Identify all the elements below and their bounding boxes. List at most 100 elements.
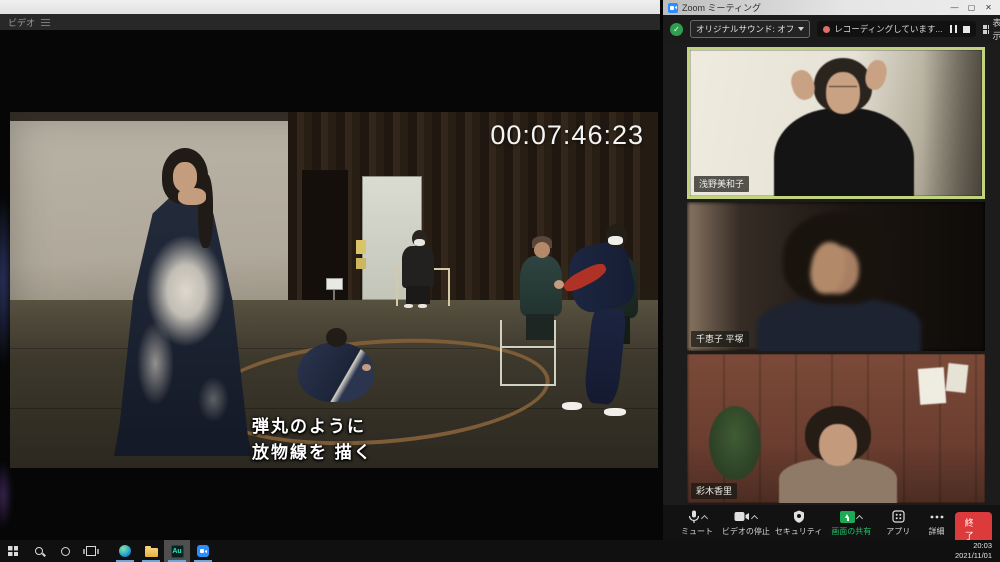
- close-button[interactable]: ✕: [980, 1, 997, 14]
- seated-figure-legs: [406, 286, 430, 304]
- maximize-button[interactable]: ▢: [963, 1, 980, 14]
- gallery-view-icon: [983, 25, 989, 34]
- subtitle-line: 放物線を 描く: [252, 440, 373, 466]
- shared-video: 00:07:46:23 弾丸のように 放物線を 描く: [10, 112, 658, 468]
- participant-tile[interactable]: 千恵子 平塚: [687, 202, 985, 351]
- shoe: [562, 402, 582, 410]
- shoe: [418, 304, 427, 308]
- minimize-button[interactable]: —: [946, 1, 963, 14]
- scene-sticky-note: [356, 240, 366, 254]
- more-dots-icon: [930, 515, 944, 519]
- participant-name: 彩木香里: [691, 483, 737, 499]
- face-mask: [608, 236, 623, 245]
- scene-camera: [326, 278, 343, 290]
- share-menu-chevron[interactable]: [856, 514, 863, 521]
- taskbar-zoom-button[interactable]: [190, 540, 216, 562]
- performer-signing-figure: [114, 198, 252, 456]
- audition-icon: Au: [171, 545, 184, 558]
- video-menu-chevron[interactable]: [751, 514, 758, 521]
- share-screen-label: 画面の共有: [831, 526, 871, 537]
- video-camera-icon: [734, 511, 750, 522]
- zoom-icon: [197, 545, 209, 557]
- zoom-app-icon: [668, 3, 678, 13]
- video-panel-tab[interactable]: ビデオ: [8, 16, 35, 29]
- recording-dot-icon: [823, 26, 830, 33]
- search-icon: [35, 547, 43, 555]
- clock-time: 20:03: [955, 541, 992, 551]
- encryption-shield-icon[interactable]: ✓: [670, 23, 683, 36]
- mute-menu-chevron[interactable]: [700, 514, 707, 521]
- view-button[interactable]: 表示: [983, 16, 1000, 42]
- participant-video: [690, 50, 982, 196]
- participant-strip: 浅野美和子 千恵子 平塚: [687, 47, 985, 503]
- subtitle-line: 弾丸のように: [252, 414, 373, 440]
- recording-indicator: レコーディングしています...: [817, 21, 976, 37]
- video-subtitles: 弾丸のように 放物線を 描く: [252, 414, 373, 467]
- video-timecode: 00:07:46:23: [490, 120, 644, 151]
- edge-icon: [119, 545, 131, 557]
- share-screen-button[interactable]: 画面の共有: [824, 509, 878, 537]
- scene-sticky-note: [356, 258, 366, 269]
- crouching-figure-head: [326, 328, 347, 347]
- taskbar-audition-button[interactable]: Au: [164, 540, 190, 562]
- participant-name: 浅野美和子: [694, 176, 749, 192]
- taskbar-search-button[interactable]: [26, 540, 52, 562]
- seated-figure-center: [402, 246, 434, 288]
- cortana-button[interactable]: [52, 540, 78, 562]
- windows-logo-icon: [8, 546, 18, 556]
- participant-name: 千恵子 平塚: [691, 331, 749, 347]
- athlete-figure-hand: [554, 280, 564, 289]
- chevron-down-icon: [798, 27, 804, 31]
- security-button[interactable]: セキュリティ: [773, 509, 825, 537]
- participant-video: [687, 202, 985, 351]
- mute-label: ミュート: [681, 526, 713, 537]
- apps-label: アプリ: [886, 526, 910, 537]
- recording-label: レコーディングしています...: [834, 23, 942, 35]
- mute-button[interactable]: ミュート: [675, 509, 719, 537]
- folder-icon: [145, 548, 158, 557]
- cortana-icon: [61, 547, 70, 556]
- taskbar-clock[interactable]: 20:03 2021/11/01: [955, 541, 1000, 561]
- start-button[interactable]: [0, 540, 26, 562]
- security-label: セキュリティ: [775, 526, 823, 537]
- windows-taskbar: Au 20:03 2021/11/01: [0, 540, 1000, 562]
- task-view-icon: [86, 546, 96, 556]
- seated-figure-head: [534, 242, 550, 258]
- shoe: [604, 408, 626, 416]
- shoe: [404, 304, 413, 308]
- performer-hair: [198, 174, 213, 248]
- stop-recording-button[interactable]: [963, 26, 970, 33]
- zoom-titlebar[interactable]: Zoom ミーティング — ▢ ✕: [663, 0, 1000, 15]
- apps-button[interactable]: アプリ: [878, 509, 918, 537]
- stop-video-label: ビデオの停止: [722, 526, 770, 537]
- participant-video: [687, 354, 985, 503]
- participant-tile[interactable]: 浅野美和子: [687, 47, 985, 199]
- more-label: 詳細: [929, 526, 945, 537]
- stop-video-button[interactable]: ビデオの停止: [719, 509, 773, 537]
- original-sound-button[interactable]: オリジナルサウンド: オフ: [690, 20, 810, 38]
- microphone-icon: [688, 510, 700, 524]
- meeting-control-bar: ミュート ビデオの停止 セ: [663, 505, 1000, 540]
- more-button[interactable]: 詳細: [918, 509, 954, 537]
- taskbar-explorer-button[interactable]: [138, 540, 164, 562]
- original-sound-label: オリジナルサウンド: オフ: [696, 23, 794, 35]
- participant-tile[interactable]: 彩木香里: [687, 354, 985, 503]
- pause-recording-button[interactable]: [950, 25, 957, 33]
- taskbar-edge-button[interactable]: [112, 540, 138, 562]
- desktop: ビデオ: [0, 0, 1000, 562]
- meeting-info-bar: ✓ オリジナルサウンド: オフ レコーディングしています... 表示: [663, 15, 1000, 43]
- zoom-window: Zoom ミーティング — ▢ ✕ ✓ オリジナルサウンド: オフ レコーディン…: [663, 0, 1000, 540]
- view-label: 表示: [992, 16, 1000, 42]
- screen-glow: [0, 460, 12, 530]
- face-mask: [414, 239, 425, 246]
- share-screen-icon: [840, 511, 855, 523]
- panel-menu-icon[interactable]: [41, 19, 50, 26]
- editor-video-panel-header: ビデオ: [0, 14, 660, 30]
- task-view-button[interactable]: [78, 540, 104, 562]
- crouching-figure-hand: [362, 364, 371, 371]
- crouching-figure: [298, 342, 374, 402]
- seated-figure-legs: [526, 314, 554, 340]
- security-shield-icon: [793, 510, 805, 523]
- zoom-window-title: Zoom ミーティング: [682, 1, 761, 14]
- editor-titlebar: [0, 0, 660, 14]
